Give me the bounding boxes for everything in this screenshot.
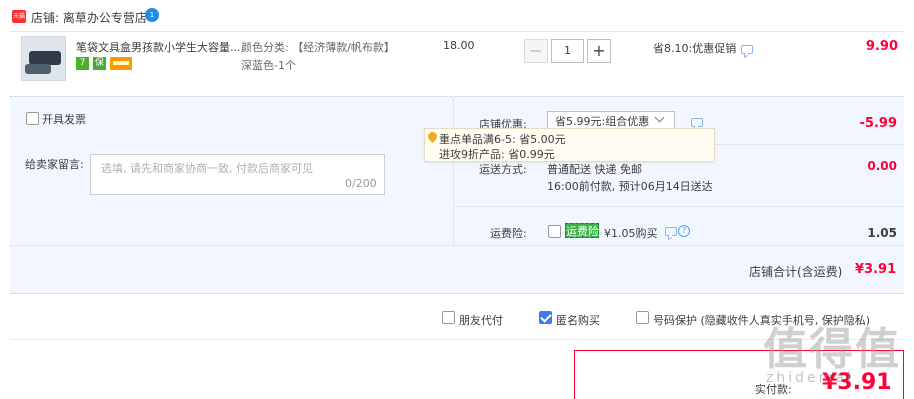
- message-placeholder: 选填, 请先和商家协商一致, 付款后商家可见: [101, 162, 313, 175]
- shipping-method: 普通配送 快递 免邮: [547, 163, 642, 176]
- shipping-insurance-price: ¥1.05购买: [604, 227, 658, 240]
- divider: [454, 206, 904, 207]
- divider: [10, 245, 904, 246]
- shipping-insurance-tag: 运费险: [565, 223, 599, 238]
- shipping-eta: 16:00前付款, 预计06月14日送达: [547, 180, 713, 193]
- friend-pay-checkbox[interactable]: [442, 311, 455, 324]
- quantity-input[interactable]: 1: [551, 39, 584, 63]
- message-label: 给卖家留言:: [25, 158, 84, 171]
- watermark-text: zhidemai: [766, 370, 854, 386]
- help-icon[interactable]: ?: [678, 225, 690, 237]
- invoice-label[interactable]: 开具发票: [42, 111, 86, 127]
- shop-badge-icon: 1: [145, 8, 159, 22]
- chat-icon[interactable]: [665, 227, 677, 236]
- shipping-label: 运送方式:: [479, 163, 527, 176]
- shipping-insurance-label: 运费险:: [490, 227, 527, 240]
- message-char-counter: 0/200: [345, 177, 377, 190]
- unit-price: 18.00: [443, 39, 475, 52]
- anonymous-purchase-checkbox[interactable]: [539, 311, 552, 324]
- anonymous-purchase-label[interactable]: 匿名购买: [556, 312, 600, 328]
- quantity-increase-button[interactable]: +: [587, 39, 611, 63]
- item-subtotal: 9.90: [865, 39, 898, 54]
- order-confirm-page: 天猫 店铺: 离草办公专营店 1 笔袋文具盒男孩款小学生大容量... 7 保 颜…: [0, 0, 914, 399]
- divider: [453, 96, 454, 245]
- shop-discount-amount: -5.99: [859, 116, 897, 131]
- number-protect-checkbox[interactable]: [636, 311, 649, 324]
- watermark-logo: 值得值: [763, 324, 901, 375]
- quantity-decrease-button[interactable]: −: [524, 39, 548, 63]
- invoice-checkbox[interactable]: [26, 112, 39, 125]
- tmall-shop-icon: 天猫: [12, 10, 26, 23]
- credit-card-icon: [110, 57, 132, 70]
- seven-day-return-icon: 7: [76, 57, 89, 70]
- tooltip-line: 重点单品满6-5: 省5.00元: [439, 133, 566, 146]
- chat-icon[interactable]: [691, 118, 703, 127]
- tooltip-line: 进攻9折产品: 省0.99元: [439, 148, 555, 161]
- friend-pay-label[interactable]: 朋友代付: [459, 312, 503, 328]
- item-spec-variant: 深蓝色-1个: [241, 59, 296, 72]
- item-title[interactable]: 笔袋文具盒男孩款小学生大容量...: [76, 39, 241, 55]
- guarantee-icon: 保: [93, 57, 106, 70]
- shipping-amount: 0.00: [867, 159, 897, 173]
- shipping-insurance-checkbox[interactable]: [548, 225, 561, 238]
- shop-name[interactable]: 店铺: 离草办公专营店: [31, 9, 147, 26]
- promotion-text: 省8.10:优惠促销: [653, 42, 737, 55]
- divider: [10, 31, 904, 32]
- item-spec-color: 颜色分类: 【经济薄款/帆布款】: [241, 41, 395, 54]
- chat-icon[interactable]: [741, 45, 753, 54]
- shop-total-label: 店铺合计(含运费): [749, 265, 843, 279]
- item-thumbnail[interactable]: [21, 36, 66, 81]
- shop-total-amount: ¥3.91: [855, 262, 897, 277]
- shipping-insurance-amount: 1.05: [867, 226, 897, 240]
